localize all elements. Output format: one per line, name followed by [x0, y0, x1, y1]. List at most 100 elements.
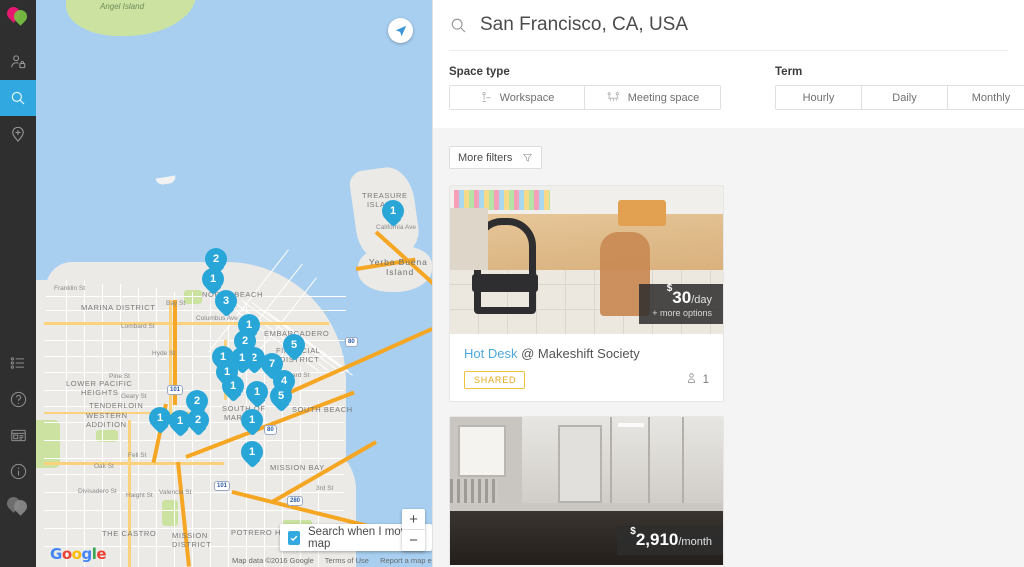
map-route-shield: 101	[214, 481, 231, 491]
rail-item-add-listing[interactable]	[0, 116, 36, 152]
location-search-bar[interactable]	[449, 0, 1008, 51]
listing-price-tag: $30/day + more options	[639, 283, 723, 324]
listing-card[interactable]: $2,910/monthPrivate Office @ Gorgeous of…	[449, 416, 724, 565]
map-pin[interactable]: 1	[246, 381, 268, 409]
listing-price-period: /day	[691, 293, 712, 306]
card-window-icon	[9, 426, 28, 445]
listing-capacity-count: 1	[702, 374, 709, 386]
info-circle-icon	[9, 462, 28, 481]
map-pin-count: 1	[229, 379, 237, 392]
listing-price: $2,910/month	[630, 526, 712, 550]
twin-pin-logo-icon	[4, 4, 30, 28]
listing-price-period: /month	[678, 536, 712, 549]
map-tiles: Angel Island TREASURE ISLAND Yerba Buena Isl…	[36, 0, 432, 567]
map-pin-count: 1	[156, 411, 164, 424]
map-pin[interactable]: 5	[270, 385, 292, 413]
map-pin[interactable]: 2	[187, 409, 209, 437]
listing-photo[interactable]: $2,910/month	[450, 417, 723, 565]
listing-title-rest: @ Makeshift Society	[521, 346, 640, 361]
listing-title-primary[interactable]: Hot Desk	[464, 346, 517, 361]
twin-pin-logo-grey-icon	[4, 494, 30, 518]
listing-photo[interactable]: $30/day + more options	[450, 186, 723, 334]
listing-price-amount: 2,910	[635, 530, 679, 550]
term-monthly[interactable]: Monthly	[948, 86, 1024, 109]
listing-price-tag: $2,910/month	[617, 526, 723, 555]
map-pin-count: 1	[209, 272, 217, 285]
rail-item-account[interactable]	[0, 44, 36, 80]
icon-rail	[0, 0, 36, 567]
panel-body: More filters $30/day + more options Hot De…	[433, 128, 1024, 565]
person-icon	[685, 372, 698, 388]
zoom-out-button[interactable]: −	[402, 530, 425, 551]
term-group: Term Hourly Daily Monthly	[775, 66, 1024, 110]
attribution-copyright: Map data ©2016 Google	[232, 556, 314, 565]
funnel-icon	[522, 152, 533, 163]
map-park-presidio	[36, 420, 60, 468]
listing-price: $30/day	[652, 283, 712, 307]
attribution-terms[interactable]: Terms of Use	[325, 556, 369, 565]
rail-item-list[interactable]	[0, 345, 36, 381]
term-hourly[interactable]: Hourly	[776, 86, 862, 109]
google-logo: Google	[50, 545, 107, 563]
map-pin-count: 5	[277, 389, 285, 402]
map-pin-count: 2	[212, 252, 220, 265]
filter-row: Space type Workspace Meeting space Term …	[449, 51, 1024, 128]
listing-price-note: + more options	[652, 307, 712, 318]
space-type-workspace[interactable]: Workspace	[450, 86, 585, 109]
geolocate-button[interactable]	[388, 18, 413, 43]
map-pin[interactable]: 5	[283, 334, 305, 362]
term-daily[interactable]: Daily	[862, 86, 948, 109]
more-filters-button[interactable]: More filters	[449, 146, 543, 169]
map-pin[interactable]: 1	[222, 375, 244, 403]
space-type-group: Space type Workspace Meeting space	[449, 66, 721, 110]
space-type-meeting[interactable]: Meeting space	[585, 86, 720, 109]
search-icon	[9, 89, 27, 107]
map-route-shield: 80	[345, 337, 358, 347]
map-route-shield: 101	[167, 385, 184, 395]
map-park-small3	[162, 500, 178, 526]
map-pin-count: 3	[222, 294, 230, 307]
app-logo[interactable]	[0, 0, 36, 44]
desk-person-icon	[480, 91, 493, 104]
term-label: Term	[775, 66, 803, 78]
term-segmented[interactable]: Hourly Daily Monthly	[775, 85, 1024, 110]
listing-card[interactable]: $30/day + more options Hot Desk @ Makeshif…	[449, 185, 724, 402]
results-grid: $30/day + more options Hot Desk @ Makeshif…	[449, 185, 1008, 565]
search-input[interactable]	[480, 14, 1008, 36]
map-pin[interactable]: 1	[382, 200, 404, 228]
map-pin-count: 2	[194, 413, 202, 426]
map-route-shield: 280	[287, 496, 304, 506]
attribution-report[interactable]: Report a map error	[380, 556, 432, 565]
panel-header: Space type Workspace	[433, 0, 1024, 128]
rail-item-info[interactable]	[0, 453, 36, 489]
rail-item-search[interactable]	[0, 80, 36, 116]
search-on-move-checkbox[interactable]	[288, 530, 301, 545]
space-type-meeting-label: Meeting space	[627, 91, 700, 104]
list-icon	[9, 354, 27, 372]
space-type-segmented[interactable]: Workspace Meeting space	[449, 85, 721, 110]
user-lock-icon	[9, 53, 27, 71]
listing-capacity: 1	[680, 372, 709, 388]
listing-title: Hot Desk @ Makeshift Society	[464, 346, 709, 361]
map-attribution: Map data ©2016 Google Terms of Use Repor…	[232, 556, 432, 565]
zoom-in-button[interactable]: +	[402, 509, 425, 530]
add-pin-icon	[9, 125, 27, 143]
map-zoom-controls[interactable]: + −	[402, 509, 425, 551]
map-pin[interactable]: 3	[215, 290, 237, 318]
map-pin[interactable]: 1	[241, 409, 263, 437]
listing-body: Hot Desk @ Makeshift Society SHARED 1	[450, 334, 723, 401]
map-canvas[interactable]: Angel Island TREASURE ISLAND Yerba Buena Isl…	[36, 0, 432, 567]
search-icon	[449, 16, 468, 35]
rail-item-brand-mark[interactable]	[0, 489, 36, 525]
navigation-arrow-icon	[394, 24, 408, 38]
space-type-label: Space type	[449, 66, 510, 78]
rail-item-dashboard[interactable]	[0, 417, 36, 453]
meeting-table-icon	[606, 91, 621, 104]
map-route-shield: 80	[264, 425, 277, 435]
map-pin[interactable]: 1	[149, 407, 171, 435]
rail-item-help[interactable]	[0, 381, 36, 417]
map-pin[interactable]: 1	[241, 441, 263, 469]
more-filters-label: More filters	[458, 151, 513, 164]
map-pin-count: 1	[253, 385, 261, 398]
space-type-workspace-label: Workspace	[499, 91, 555, 104]
